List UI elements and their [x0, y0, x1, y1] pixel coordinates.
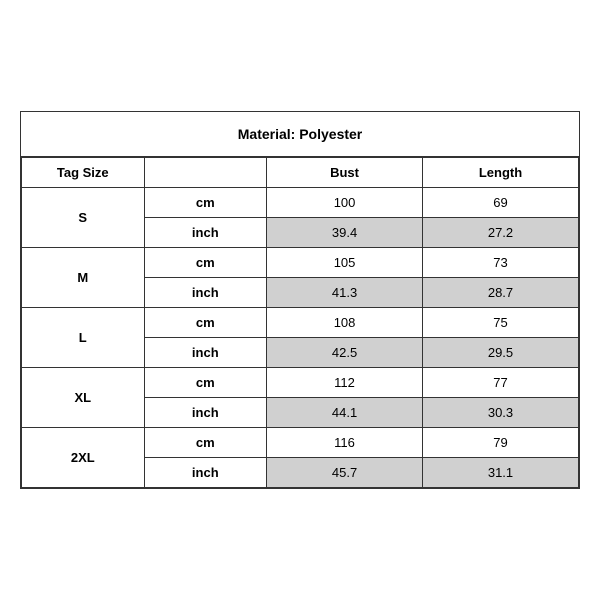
table-row: Lcm10875 [22, 308, 579, 338]
size-chart-container: Material: Polyester Tag Size Bust Length… [20, 111, 580, 489]
tag-size-cell: XL [22, 368, 145, 428]
header-tag-size: Tag Size [22, 158, 145, 188]
table-row: 2XLcm11679 [22, 428, 579, 458]
inch-length-cell: 29.5 [423, 338, 579, 368]
size-table: Tag Size Bust Length Scm10069inch39.427.… [21, 157, 579, 488]
inch-length-cell: 28.7 [423, 278, 579, 308]
unit-cm-cell: cm [144, 428, 267, 458]
unit-cm-cell: cm [144, 248, 267, 278]
cm-bust-cell: 105 [267, 248, 423, 278]
cm-length-cell: 73 [423, 248, 579, 278]
unit-inch-cell: inch [144, 458, 267, 488]
cm-length-cell: 75 [423, 308, 579, 338]
inch-length-cell: 31.1 [423, 458, 579, 488]
unit-inch-cell: inch [144, 398, 267, 428]
inch-length-cell: 30.3 [423, 398, 579, 428]
cm-bust-cell: 112 [267, 368, 423, 398]
inch-bust-cell: 39.4 [267, 218, 423, 248]
unit-inch-cell: inch [144, 338, 267, 368]
cm-length-cell: 79 [423, 428, 579, 458]
unit-cm-cell: cm [144, 308, 267, 338]
unit-inch-cell: inch [144, 278, 267, 308]
inch-bust-cell: 42.5 [267, 338, 423, 368]
table-row: Scm10069 [22, 188, 579, 218]
table-header-row: Tag Size Bust Length [22, 158, 579, 188]
cm-bust-cell: 100 [267, 188, 423, 218]
inch-bust-cell: 45.7 [267, 458, 423, 488]
inch-length-cell: 27.2 [423, 218, 579, 248]
cm-length-cell: 69 [423, 188, 579, 218]
header-bust: Bust [267, 158, 423, 188]
tag-size-cell: L [22, 308, 145, 368]
cm-bust-cell: 116 [267, 428, 423, 458]
cm-bust-cell: 108 [267, 308, 423, 338]
tag-size-cell: S [22, 188, 145, 248]
chart-title: Material: Polyester [21, 112, 579, 157]
table-row: Mcm10573 [22, 248, 579, 278]
cm-length-cell: 77 [423, 368, 579, 398]
unit-cm-cell: cm [144, 188, 267, 218]
tag-size-cell: M [22, 248, 145, 308]
inch-bust-cell: 41.3 [267, 278, 423, 308]
unit-inch-cell: inch [144, 218, 267, 248]
table-row: XLcm11277 [22, 368, 579, 398]
tag-size-cell: 2XL [22, 428, 145, 488]
header-length: Length [423, 158, 579, 188]
unit-cm-cell: cm [144, 368, 267, 398]
header-unit [144, 158, 267, 188]
inch-bust-cell: 44.1 [267, 398, 423, 428]
